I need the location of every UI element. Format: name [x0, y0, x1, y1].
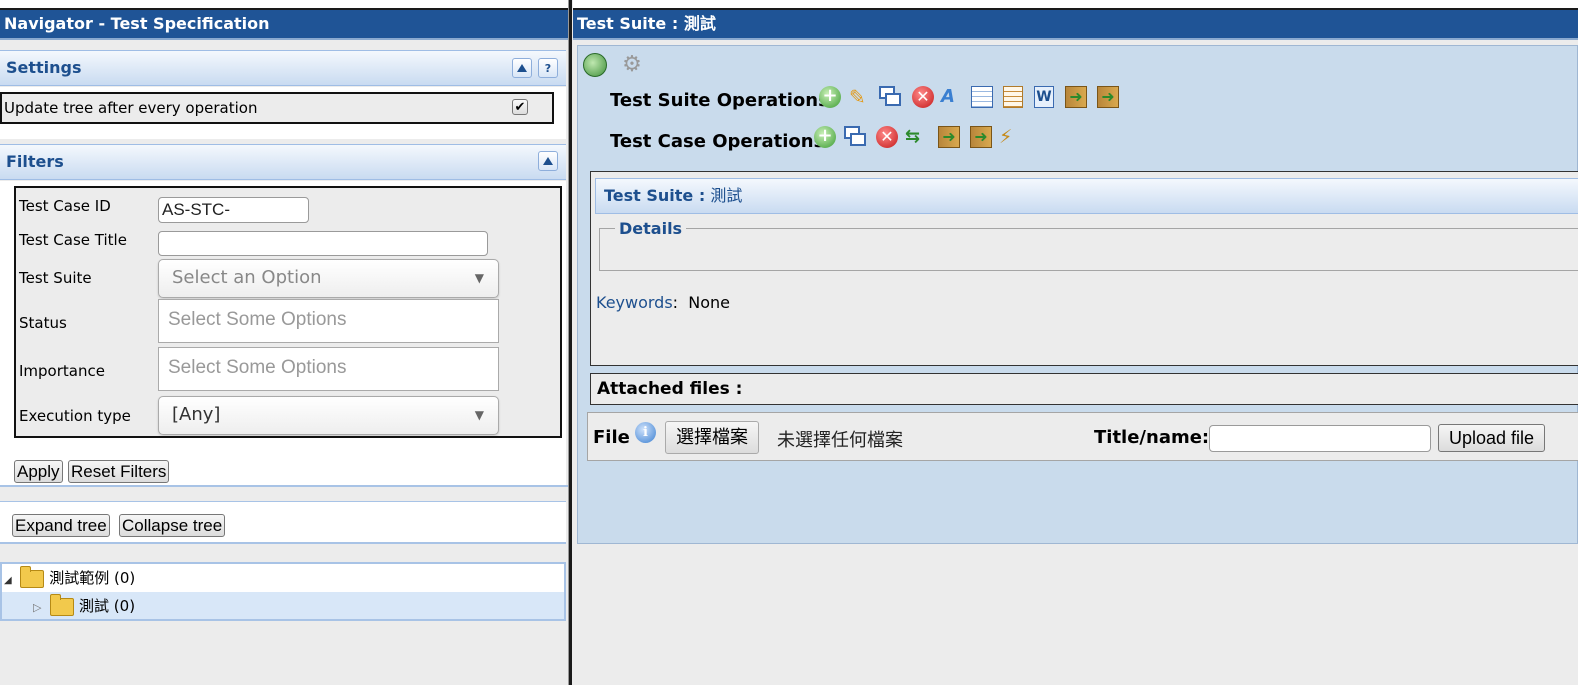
- execution-type-select[interactable]: [Any] ▼: [158, 396, 499, 435]
- test-case-id-label: Test Case ID: [19, 197, 111, 215]
- filters-form: Test Case ID Test Case Title Test Suite …: [14, 186, 562, 438]
- test-case-operations-label: Test Case Operations: [610, 131, 825, 152]
- keywords-value: None: [688, 293, 730, 312]
- filters-collapse-button[interactable]: [538, 151, 558, 171]
- report-icon[interactable]: [1003, 86, 1023, 108]
- test-suite-select[interactable]: Select an Option ▼: [158, 259, 499, 298]
- main-title: Test Suite : 測試: [573, 8, 1578, 40]
- no-file-chosen-text: 未選擇任何檔案: [777, 430, 903, 451]
- suite-detail-header: Test Suite : 測試: [595, 178, 1578, 214]
- tree-collapsed-icon[interactable]: ▷: [33, 601, 41, 614]
- test-case-title-input[interactable]: [158, 231, 488, 256]
- settings-header[interactable]: Settings: [0, 50, 566, 86]
- triangle-up-icon: [543, 157, 553, 165]
- navigator-title: Navigator - Test Specification: [0, 8, 568, 40]
- magic-wand-icon[interactable]: ⚡: [999, 126, 1021, 148]
- move-arrows-icon[interactable]: ⇆: [905, 126, 927, 148]
- importance-placeholder: Select Some Options: [168, 357, 347, 378]
- folder-icon: [20, 565, 45, 588]
- go-back-icon[interactable]: [583, 53, 607, 77]
- suite-detail-header-prefix: Test Suite :: [604, 186, 706, 205]
- settings-help-button[interactable]: ?: [538, 58, 558, 78]
- tree-node-label: 測試 (0): [79, 597, 136, 615]
- delete-icon[interactable]: ✕: [912, 86, 934, 108]
- status-multiselect[interactable]: Select Some Options: [158, 299, 499, 343]
- importance-label: Importance: [19, 362, 105, 380]
- choose-file-button[interactable]: 選擇檔案: [665, 421, 759, 454]
- translate-icon[interactable]: A: [941, 86, 963, 108]
- question-icon: ?: [544, 61, 552, 75]
- file-label: File: [593, 427, 630, 448]
- test-suite-operations-label: Test Suite Operations: [610, 90, 829, 111]
- attached-files-title: Attached files :: [597, 379, 743, 399]
- tree-node-label: 測試範例 (0): [49, 569, 136, 587]
- title-name-label: Title/name:: [1094, 427, 1210, 448]
- update-tree-row: Update tree after every operation ✔: [0, 92, 554, 124]
- export-icon[interactable]: ➜: [1097, 86, 1119, 108]
- word-export-icon[interactable]: W: [1034, 86, 1054, 108]
- add-icon[interactable]: +: [819, 86, 841, 108]
- add-icon[interactable]: +: [814, 126, 836, 148]
- filters-header[interactable]: Filters: [0, 144, 566, 180]
- divider: [0, 485, 568, 487]
- table-icon[interactable]: [971, 86, 993, 108]
- top-gap: [0, 0, 568, 8]
- update-tree-checkbox[interactable]: ✔: [512, 99, 528, 115]
- attached-files-header: Attached files :: [590, 373, 1578, 405]
- test-suite-label: Test Suite: [19, 269, 92, 287]
- expand-tree-button[interactable]: Expand tree: [12, 514, 110, 537]
- reset-filters-button[interactable]: Reset Filters: [68, 460, 170, 483]
- title-name-input[interactable]: [1209, 425, 1431, 452]
- info-icon[interactable]: i: [635, 422, 656, 443]
- tree-node-child[interactable]: ▷ 測試 (0): [33, 593, 136, 618]
- copy-windows-icon[interactable]: [879, 86, 901, 108]
- importance-multiselect[interactable]: Select Some Options: [158, 347, 499, 391]
- import-icon[interactable]: ➜: [938, 126, 960, 148]
- details-fieldset: [599, 228, 1578, 271]
- keywords-colon: :: [672, 293, 689, 312]
- execution-type-value: [Any]: [172, 404, 221, 425]
- test-case-id-input[interactable]: [158, 197, 309, 223]
- details-legend: Details: [615, 219, 687, 238]
- gear-icon[interactable]: ⚙: [620, 53, 644, 77]
- apply-button[interactable]: Apply: [14, 460, 63, 483]
- upload-file-button[interactable]: Upload file: [1438, 424, 1546, 452]
- settings-collapse-button[interactable]: [512, 58, 532, 78]
- main-panel: Test Suite : 測試 ⚙ Test Suite Operations …: [573, 0, 1578, 685]
- top-gap: [573, 0, 1578, 8]
- status-placeholder: Select Some Options: [168, 309, 347, 330]
- execution-type-label: Execution type: [19, 407, 131, 425]
- status-label: Status: [19, 314, 67, 332]
- chevron-down-icon: ▼: [474, 408, 484, 422]
- update-tree-label: Update tree after every operation: [4, 99, 258, 117]
- folder-icon: [50, 593, 75, 616]
- suite-detail-header-name: 測試: [710, 186, 743, 205]
- export-icon[interactable]: ➜: [970, 126, 992, 148]
- tree-expanded-icon[interactable]: ◢: [4, 575, 12, 586]
- keywords-label: Keywords: [596, 293, 673, 312]
- tree-node-root[interactable]: ◢ 測試範例 (0): [4, 565, 136, 590]
- keywords-row: Keywords: None: [596, 293, 730, 312]
- triangle-up-icon: [517, 64, 527, 72]
- panel-splitter[interactable]: [568, 0, 572, 685]
- copy-windows-icon[interactable]: [844, 126, 866, 148]
- settings-title: Settings: [6, 58, 82, 77]
- filters-title: Filters: [6, 152, 64, 171]
- test-case-title-label: Test Case Title: [19, 231, 127, 249]
- delete-icon[interactable]: ✕: [876, 126, 898, 148]
- chevron-down-icon: ▼: [474, 271, 484, 285]
- test-suite-placeholder: Select an Option: [172, 267, 322, 288]
- import-icon[interactable]: ➜: [1065, 86, 1087, 108]
- edit-pencil-icon[interactable]: ✎: [849, 86, 871, 108]
- collapse-tree-button[interactable]: Collapse tree: [119, 514, 226, 537]
- navigator-panel: Navigator - Test Specification Settings …: [0, 0, 568, 685]
